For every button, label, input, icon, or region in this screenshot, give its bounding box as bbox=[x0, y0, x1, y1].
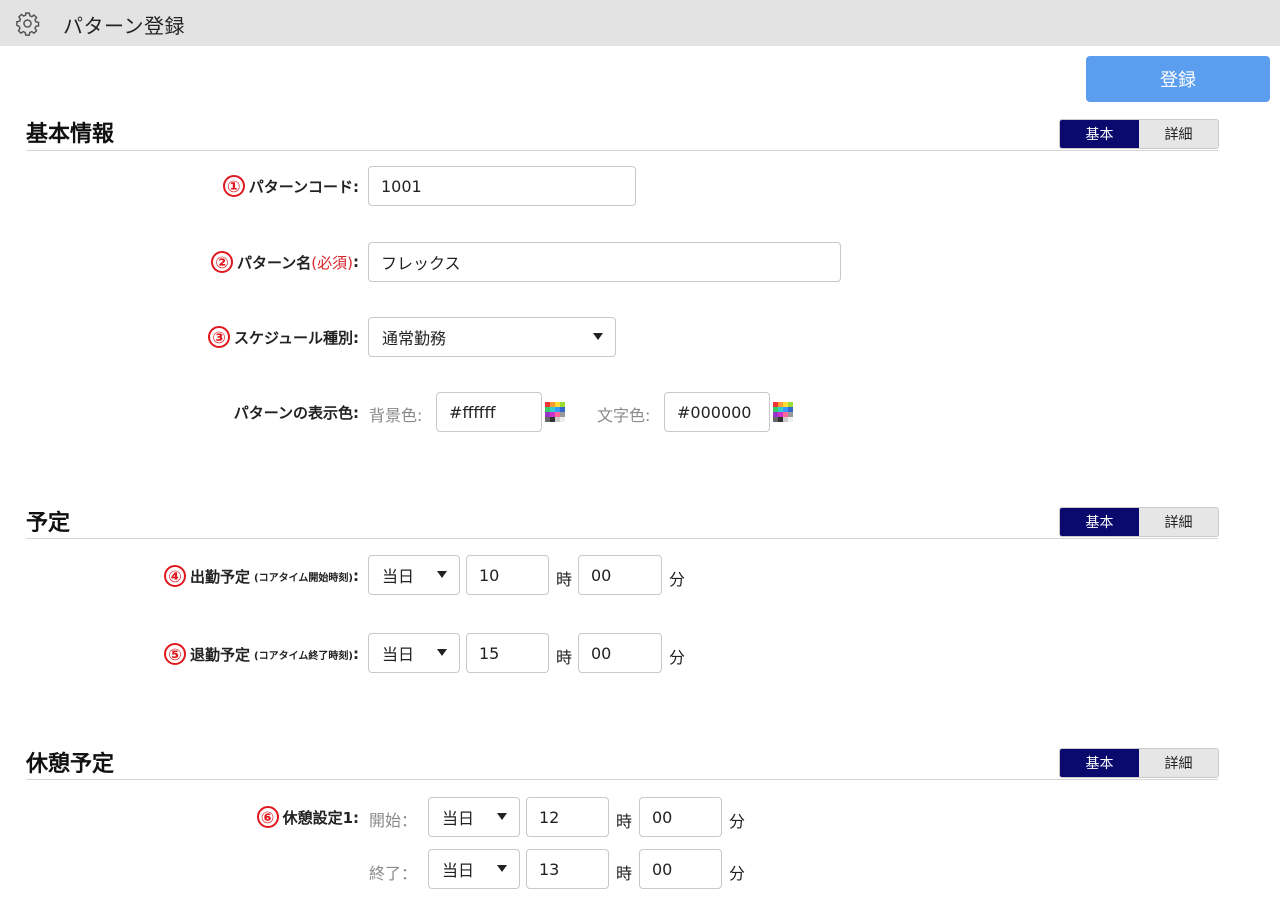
break1-label: ⑥ 休憩設定1: bbox=[256, 806, 359, 828]
leave-hour-input[interactable]: 15 bbox=[466, 633, 549, 673]
toggle-basic[interactable]: 基本 bbox=[1060, 120, 1139, 148]
attend-label-sub: (コアタイム開始時刻) bbox=[254, 572, 353, 584]
minute-unit: 分 bbox=[729, 864, 746, 883]
chevron-down-icon bbox=[497, 865, 507, 872]
text-color-label: 文字色: bbox=[597, 406, 651, 425]
chevron-down-icon bbox=[593, 333, 603, 340]
leave-label-colon: : bbox=[353, 645, 359, 663]
attend-label-text: 出勤予定 bbox=[190, 567, 251, 586]
break-end-hour-input[interactable]: 13 bbox=[526, 849, 609, 889]
bg-color-input[interactable]: #ffffff bbox=[436, 392, 542, 432]
required-mark: (必須) bbox=[311, 253, 353, 272]
section-title-basic-info: 基本情報 bbox=[26, 122, 115, 147]
attend-day-select[interactable]: 当日 bbox=[368, 555, 460, 595]
break-end-day-select[interactable]: 当日 bbox=[428, 849, 520, 889]
schedule-type-label-text: スケジュール種別: bbox=[234, 328, 359, 347]
pattern-code-label-text: パターンコード: bbox=[248, 177, 359, 196]
pattern-name-colon: : bbox=[353, 253, 359, 271]
section-title-break: 休憩予定 bbox=[26, 752, 115, 777]
minute-unit: 分 bbox=[729, 812, 746, 831]
minute-unit: 分 bbox=[669, 570, 686, 589]
attend-minute-input[interactable]: 00 bbox=[578, 555, 662, 595]
leave-day-value: 当日 bbox=[382, 645, 415, 664]
minute-unit: 分 bbox=[669, 648, 686, 667]
hour-unit: 時 bbox=[616, 864, 633, 883]
text-color-value: #000000 bbox=[677, 402, 752, 422]
pattern-name-input[interactable]: フレックス bbox=[368, 242, 841, 282]
chevron-down-icon bbox=[497, 813, 507, 820]
chevron-down-icon bbox=[437, 571, 447, 578]
schedule-type-select[interactable]: 通常勤務 bbox=[368, 317, 616, 357]
marker-3: ③ bbox=[208, 326, 231, 348]
hour-unit: 時 bbox=[556, 570, 573, 589]
break1-label-text: 休憩設定1: bbox=[282, 808, 359, 827]
page-title: パターン登録 bbox=[63, 14, 185, 38]
attend-hour-input[interactable]: 10 bbox=[466, 555, 549, 595]
leave-day-select[interactable]: 当日 bbox=[368, 633, 460, 673]
break-end-label: 終了： bbox=[369, 864, 418, 883]
gear-icon[interactable] bbox=[15, 11, 40, 36]
pattern-name-label-text: パターン名 bbox=[237, 253, 312, 272]
break-start-hour-value: 12 bbox=[539, 807, 560, 827]
schedule-type-value: 通常勤務 bbox=[382, 329, 447, 348]
hour-unit: 時 bbox=[556, 648, 573, 667]
leave-label-text: 退勤予定 bbox=[190, 645, 251, 664]
break-start-minute-value: 00 bbox=[652, 807, 673, 827]
section-title-schedule: 予定 bbox=[26, 511, 71, 536]
section-divider bbox=[26, 150, 1218, 151]
marker-2: ② bbox=[211, 251, 234, 273]
toggle-detail[interactable]: 詳細 bbox=[1139, 508, 1218, 536]
leave-hour-value: 15 bbox=[479, 643, 500, 663]
display-color-label-text: パターンの表示色: bbox=[233, 404, 359, 422]
color-palette-icon[interactable] bbox=[545, 402, 565, 422]
break-start-hour-input[interactable]: 12 bbox=[526, 797, 609, 837]
pattern-name-label: ② パターン名 (必須) : bbox=[211, 251, 359, 273]
toggle-detail[interactable]: 詳細 bbox=[1139, 120, 1218, 148]
attend-day-value: 当日 bbox=[382, 567, 415, 586]
attend-label-colon: : bbox=[353, 567, 359, 585]
break-start-day-value: 当日 bbox=[442, 809, 475, 828]
leave-label-sub: (コアタイム終了時刻) bbox=[254, 650, 353, 662]
break-start-minute-input[interactable]: 00 bbox=[639, 797, 722, 837]
page-header: パターン登録 bbox=[0, 0, 1280, 46]
schedule-type-label: ③ スケジュール種別: bbox=[208, 326, 359, 348]
section-divider bbox=[26, 538, 1218, 539]
break-end-minute-input[interactable]: 00 bbox=[639, 849, 722, 889]
break-end-hour-value: 13 bbox=[539, 859, 560, 879]
view-toggle-basic-info: 基本 詳細 bbox=[1059, 119, 1219, 149]
break-end-minute-value: 00 bbox=[652, 859, 673, 879]
view-toggle-schedule: 基本 詳細 bbox=[1059, 507, 1219, 537]
marker-4: ④ bbox=[164, 565, 187, 587]
break-end-day-value: 当日 bbox=[442, 861, 475, 880]
pattern-name-value: フレックス bbox=[381, 254, 461, 273]
attend-minute-value: 00 bbox=[591, 565, 612, 585]
view-toggle-break: 基本 詳細 bbox=[1059, 748, 1219, 778]
pattern-code-input[interactable]: 1001 bbox=[368, 166, 636, 206]
section-divider bbox=[26, 779, 1218, 780]
toggle-detail[interactable]: 詳細 bbox=[1139, 749, 1218, 777]
hour-unit: 時 bbox=[616, 812, 633, 831]
text-color-input[interactable]: #000000 bbox=[664, 392, 770, 432]
toggle-basic[interactable]: 基本 bbox=[1060, 508, 1139, 536]
marker-6: ⑥ bbox=[256, 806, 279, 828]
break-start-label: 開始： bbox=[369, 811, 418, 830]
leave-minute-input[interactable]: 00 bbox=[578, 633, 662, 673]
attend-label: ④ 出勤予定 (コアタイム開始時刻) : bbox=[164, 565, 359, 587]
marker-5: ⑤ bbox=[164, 643, 187, 665]
color-palette-icon[interactable] bbox=[773, 402, 793, 422]
attend-hour-value: 10 bbox=[479, 565, 500, 585]
toggle-basic[interactable]: 基本 bbox=[1060, 749, 1139, 777]
chevron-down-icon bbox=[437, 649, 447, 656]
break-start-day-select[interactable]: 当日 bbox=[428, 797, 520, 837]
bg-color-label: 背景色: bbox=[369, 406, 423, 425]
bg-color-value: #ffffff bbox=[449, 402, 496, 422]
leave-label: ⑤ 退勤予定 (コアタイム終了時刻) : bbox=[164, 643, 359, 665]
pattern-code-value: 1001 bbox=[381, 176, 422, 196]
display-color-label: パターンの表示色: bbox=[234, 402, 359, 423]
register-button[interactable]: 登録 bbox=[1086, 56, 1270, 102]
pattern-code-label: ① パターンコード: bbox=[222, 175, 359, 197]
marker-1: ① bbox=[222, 175, 245, 197]
leave-minute-value: 00 bbox=[591, 643, 612, 663]
